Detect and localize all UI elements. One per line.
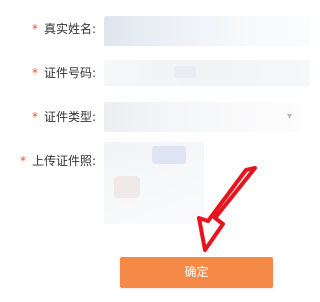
name-label: * 真实姓名:: [0, 21, 96, 37]
name-input[interactable]: [104, 16, 310, 46]
confirm-button[interactable]: 确定: [120, 257, 273, 288]
required-mark: *: [19, 154, 26, 168]
name-label-text: 真实姓名:: [43, 22, 96, 36]
upload-label-text: 上传证件照:: [31, 154, 96, 168]
id-type-label-text: 证件类型:: [43, 110, 96, 124]
id-number-input[interactable]: [104, 60, 310, 86]
required-mark: *: [31, 66, 38, 80]
id-number-label: * 证件号码:: [0, 65, 96, 81]
required-mark: *: [31, 22, 38, 36]
real-name-verification-form: * 真实姓名: * 证件号码: * 证件类型: ▾ * 上传证件照: 确定: [0, 0, 310, 302]
upload-photo-area[interactable]: [104, 142, 204, 224]
upload-thumbnail: [152, 146, 186, 164]
chevron-down-icon: ▾: [286, 111, 292, 122]
required-mark: *: [31, 110, 38, 124]
id-number-label-text: 证件号码:: [43, 66, 96, 80]
blurred-content: [114, 176, 140, 198]
id-type-label: * 证件类型:: [0, 109, 96, 125]
id-type-select[interactable]: ▾: [104, 102, 300, 132]
upload-label: * 上传证件照:: [0, 153, 96, 169]
blurred-content: [174, 66, 196, 78]
